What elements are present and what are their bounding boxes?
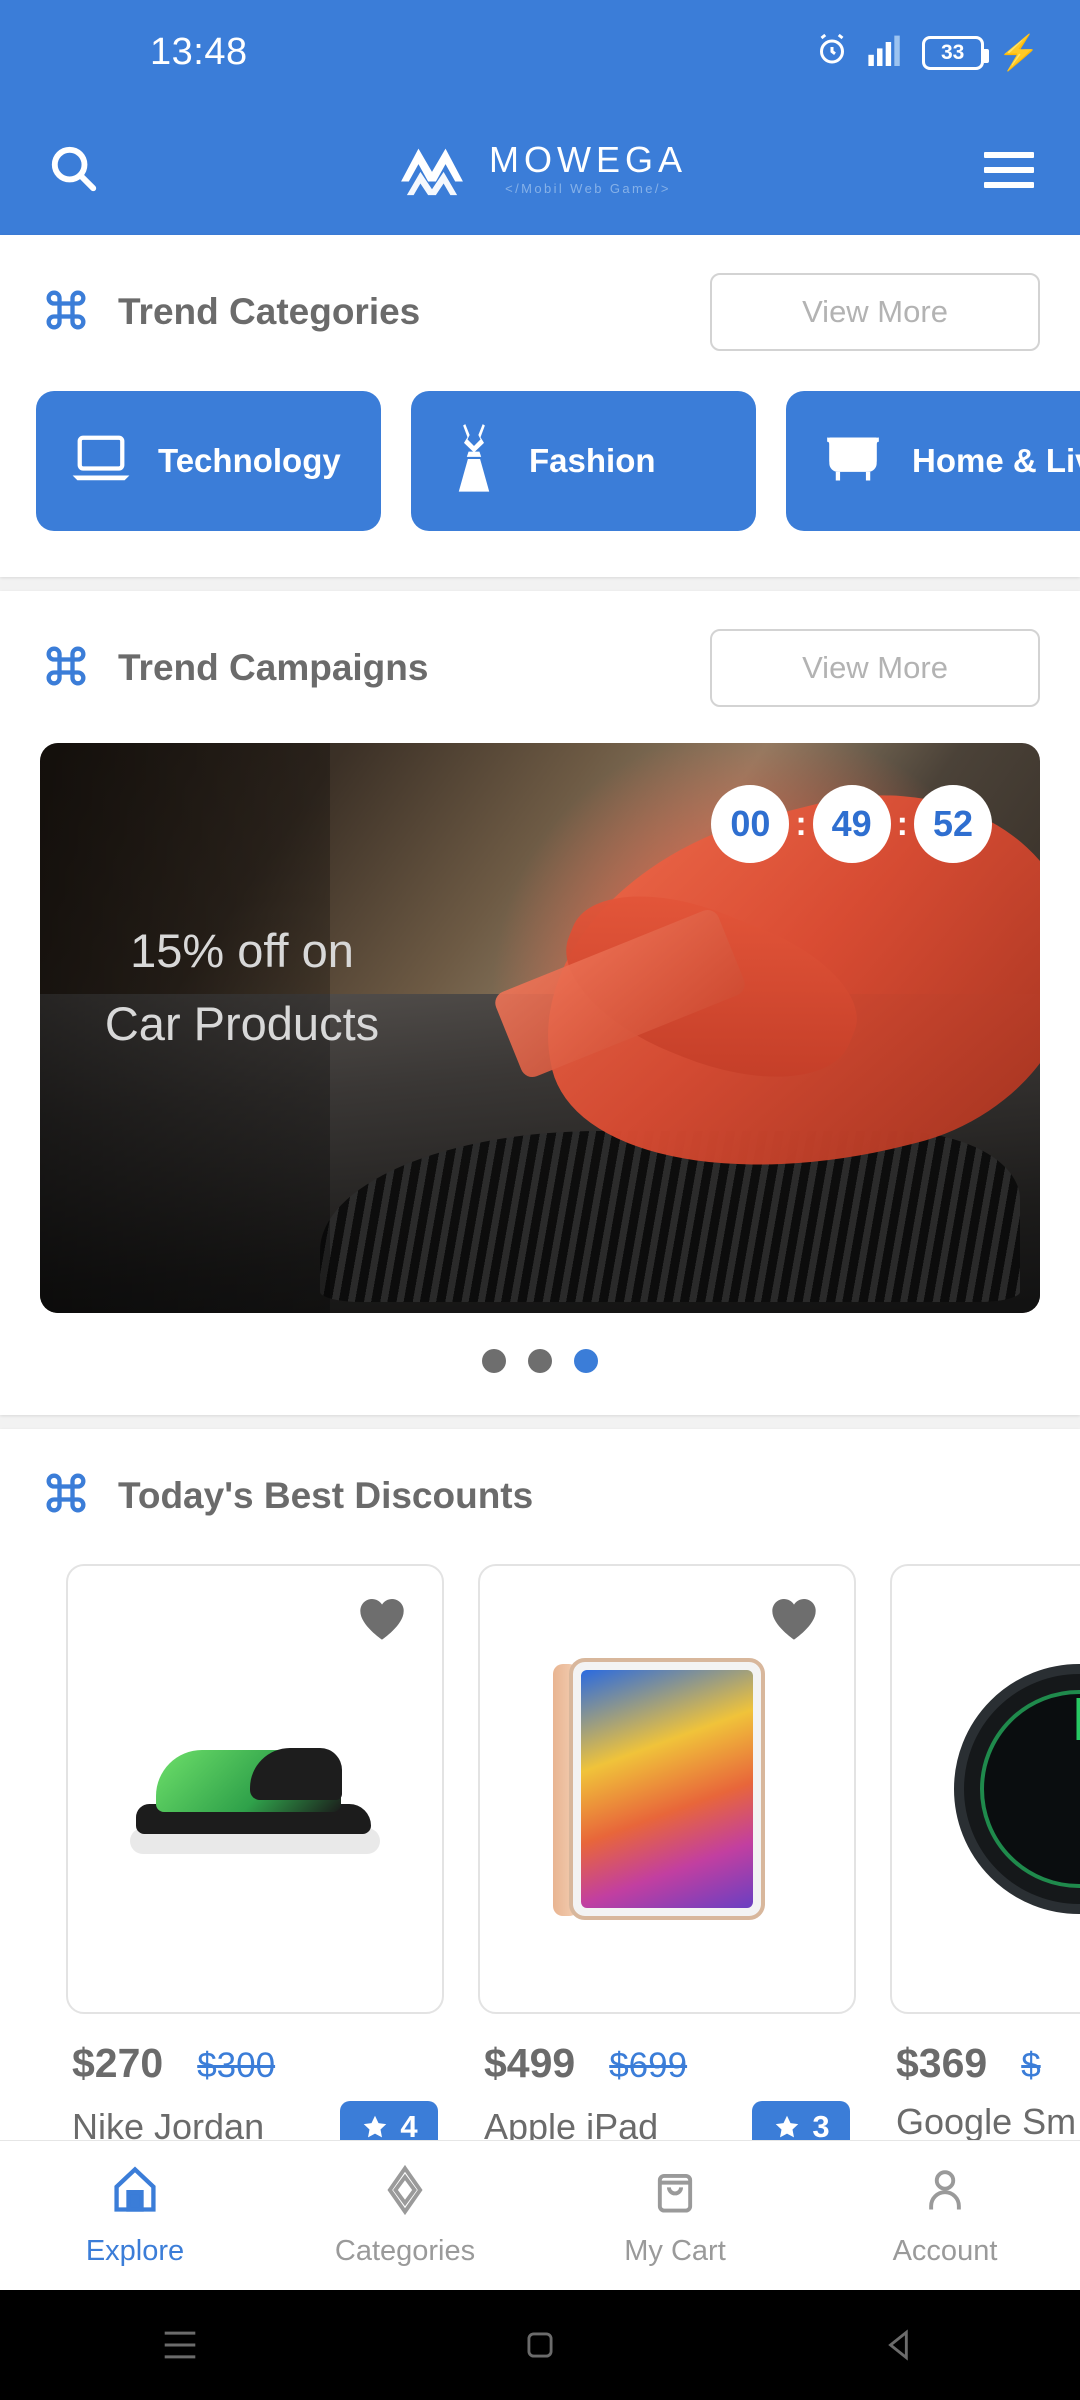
product-price: $369 (896, 2040, 988, 2086)
product-image-sneaker[interactable] (66, 1564, 444, 2014)
home-square-icon[interactable] (480, 2290, 600, 2400)
section-title: Today's Best Discounts (118, 1474, 534, 1516)
product-prices: $270 $300 (66, 2014, 444, 2087)
trend-campaigns-header: Trend Campaigns View More (0, 591, 1080, 725)
nav-item-categories[interactable]: Categories (270, 2164, 540, 2268)
product-price: $499 (484, 2040, 576, 2086)
status-icons: 33 ⚡ (814, 32, 1040, 73)
heart-icon[interactable] (356, 1594, 408, 1647)
nav-item-account[interactable]: Account (810, 2164, 1080, 2268)
product-name: Google Sm (896, 2101, 1077, 2142)
nav-label: Account (892, 2234, 998, 2267)
armchair-icon (820, 431, 886, 492)
countdown-hours: 00 (711, 785, 790, 863)
star-icon (364, 2115, 387, 2138)
view-more-categories-button[interactable]: View More (710, 273, 1040, 351)
section-title: Trend Campaigns (118, 647, 429, 688)
countdown-seconds: 52 (914, 785, 992, 863)
app-header: MOWEGA </Mobil Web Game/> (0, 105, 1080, 235)
status-time: 13:48 (150, 31, 248, 73)
product-old-price: $300 (197, 2046, 276, 2085)
nav-item-my-cart[interactable]: My Cart (540, 2164, 810, 2268)
brand-logo: MOWEGA </Mobil Web Game/> (397, 139, 687, 202)
smartwatch-image (954, 1664, 1080, 1914)
star-icon (776, 2115, 799, 2138)
category-chip-fashion[interactable]: Fashion (411, 391, 756, 531)
trend-campaigns-section: Trend Campaigns View More 15% off on Car… (0, 591, 1080, 1415)
best-discounts-header: Today's Best Discounts (0, 1429, 1080, 1542)
product-card[interactable]: $369 $ Google Sm (890, 1564, 1080, 2153)
section-title: Trend Categories (118, 291, 421, 332)
alarm-icon (814, 32, 850, 73)
status-bar: 13:48 33 ⚡ (0, 0, 1080, 105)
nav-item-explore[interactable]: Explore (0, 2164, 270, 2268)
product-prices: $369 $ (890, 2014, 1080, 2087)
signal-icon (866, 34, 906, 71)
best-discounts-section: Today's Best Discounts $270 $300 Nike Jo… (0, 1429, 1080, 2153)
battery-icon: 33 (921, 35, 989, 70)
person-icon (919, 2164, 971, 2221)
countdown-separator: : (896, 804, 908, 843)
category-label: Technology (158, 442, 341, 479)
campaign-banner-wrap: 15% off on Car Products 00 : 49 : 52 (0, 725, 1080, 1323)
product-price: $270 (72, 2040, 164, 2086)
campaign-banner[interactable]: 15% off on Car Products 00 : 49 : 52 (40, 743, 1040, 1313)
view-more-campaigns-button[interactable]: View More (710, 629, 1040, 707)
charging-bolt-icon: ⚡ (997, 33, 1040, 72)
carousel-dot[interactable] (482, 1349, 506, 1373)
product-old-price: $ (1021, 2046, 1041, 2085)
countdown-minutes: 49 (812, 785, 891, 863)
command-icon (40, 284, 92, 341)
carousel-indicator (0, 1323, 1080, 1415)
tablet-image (553, 1658, 765, 1920)
shopping-bag-icon (649, 2164, 701, 2221)
product-image-tablet[interactable] (478, 1564, 856, 2014)
product-prices: $499 $699 (478, 2014, 856, 2087)
mountain-logo-icon (397, 139, 467, 202)
back-triangle-icon[interactable] (840, 2290, 960, 2400)
recents-icon[interactable] (120, 2290, 240, 2400)
countdown-timer: 00 : 49 : 52 (711, 785, 992, 863)
brand-subtitle: </Mobil Web Game/> (505, 180, 671, 196)
android-system-nav (0, 2290, 1080, 2400)
dress-icon (445, 422, 503, 501)
category-chip-list: Technology Fashion Home & Li (0, 369, 1080, 577)
category-chip-technology[interactable]: Technology (36, 391, 381, 531)
product-card[interactable]: $499 $699 Apple iPad 3 (478, 1564, 856, 2153)
category-label: Fashion (529, 442, 656, 479)
hamburger-menu-icon[interactable] (984, 152, 1034, 188)
battery-level: 33 (940, 41, 965, 64)
campaign-headline: 15% off on Car Products (104, 924, 380, 1050)
nav-label: My Cart (624, 2234, 726, 2267)
trend-categories-section: Trend Categories View More Technology Fa… (0, 235, 1080, 577)
category-label: Home & Living (912, 442, 1080, 479)
laptop-icon (70, 433, 132, 490)
product-old-price: $699 (609, 2046, 688, 2085)
brand-name: MOWEGA (489, 138, 687, 180)
carousel-dot[interactable] (528, 1349, 552, 1373)
nav-label: Explore (85, 2234, 185, 2267)
carousel-dot-active[interactable] (574, 1349, 598, 1373)
product-footer: Google Sm (890, 2087, 1080, 2143)
command-icon (40, 1467, 92, 1524)
product-list: $270 $300 Nike Jordan 4 $499 $699 Apple … (0, 1542, 1080, 2153)
command-icon (40, 640, 92, 697)
search-icon[interactable] (46, 141, 100, 200)
diamond-icon (379, 2164, 431, 2221)
countdown-separator: : (795, 804, 807, 843)
bottom-navigation: Explore Categories My Cart Account (0, 2140, 1080, 2290)
heart-icon[interactable] (768, 1594, 820, 1647)
sneaker-image (130, 1724, 380, 1854)
product-image-smartwatch[interactable] (890, 1564, 1080, 2014)
trend-categories-header: Trend Categories View More (0, 235, 1080, 369)
app-screen: 13:48 33 ⚡ MOWEGA </Mobil Web Game/> Tre… (0, 0, 1080, 2400)
nav-label: Categories (334, 2234, 476, 2267)
home-icon (109, 2164, 161, 2221)
category-chip-home-living[interactable]: Home & Living (786, 391, 1080, 531)
product-card[interactable]: $270 $300 Nike Jordan 4 (66, 1564, 444, 2153)
